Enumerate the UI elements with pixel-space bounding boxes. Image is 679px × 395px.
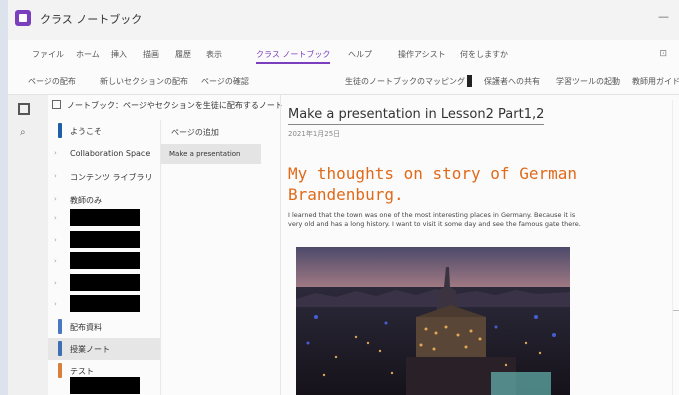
section-collaboration-space[interactable]: › Collaboration Space xyxy=(48,143,160,165)
tab-file[interactable]: ファイル xyxy=(32,49,64,60)
tab-history[interactable]: 履歴 xyxy=(175,49,191,60)
tab-draw[interactable]: 描画 xyxy=(143,49,159,60)
immersive-reader-button[interactable]: 学習ツールの起動 xyxy=(556,76,620,87)
distribute-section-button[interactable]: 新しいセクションの配布 xyxy=(100,76,188,87)
redaction-box xyxy=(70,252,140,269)
onenote-app-icon xyxy=(15,10,31,26)
navigation-rail: ⌕ xyxy=(8,95,48,395)
parent-share-button[interactable]: 保護者への共有 xyxy=(484,76,540,87)
distribute-page-button[interactable]: ページの配布 xyxy=(28,76,76,87)
section-redacted[interactable]: › xyxy=(48,230,160,252)
section-redacted[interactable]: › xyxy=(48,208,160,230)
search-icon[interactable]: ⌕ xyxy=(20,127,26,138)
tab-assist[interactable]: 操作アシスト xyxy=(398,49,446,60)
tell-me-search[interactable]: 何をしますか xyxy=(460,49,508,60)
notebook-icon xyxy=(52,100,61,109)
page-date: 2021年1月25日 xyxy=(288,130,341,138)
tab-home[interactable]: ホーム xyxy=(76,49,100,60)
scroll-marker[interactable] xyxy=(673,310,679,311)
chevron-right-icon: › xyxy=(54,149,57,157)
chevron-right-icon: › xyxy=(54,236,57,244)
onenote-window: クラス ノートブック — ファイル ホーム 挿入 描画 履歴 表示 クラス ノー… xyxy=(8,0,679,395)
section-label: Collaboration Space xyxy=(70,149,151,158)
section-redacted[interactable]: › xyxy=(48,273,160,295)
section-redacted[interactable]: › xyxy=(48,251,160,273)
redaction-box xyxy=(70,274,140,291)
pages-pane: ページの追加 Make a presentation xyxy=(160,120,261,395)
section-class-notes[interactable]: 授業ノート xyxy=(48,338,160,360)
redaction-box xyxy=(70,209,140,226)
redaction-box xyxy=(70,231,140,248)
section-color-tab xyxy=(58,319,62,334)
section-redacted[interactable]: › xyxy=(48,294,160,316)
page-title[interactable]: Make a presentation in Lesson2 Part1,2 xyxy=(288,107,545,125)
section-label: 配布資料 xyxy=(70,323,102,332)
city-night-photo[interactable] xyxy=(296,247,570,395)
chevron-right-icon: › xyxy=(54,172,57,180)
tab-help[interactable]: ヘルプ xyxy=(348,49,372,60)
section-color-tab xyxy=(58,123,62,138)
note-body-text[interactable]: I learned that the town was one of the m… xyxy=(288,211,588,228)
page-canvas[interactable]: Make a presentation in Lesson2 Part1,2 2… xyxy=(288,100,679,395)
notebook-name: ノートブック：ページやセクションを生徒に配布するノートブック xyxy=(67,101,284,110)
chevron-right-icon: › xyxy=(54,279,57,287)
teacher-guide-button[interactable]: 教師用ガイド xyxy=(632,76,679,87)
ribbon-divider xyxy=(8,94,679,95)
section-welcome[interactable]: ようこそ xyxy=(48,120,160,142)
note-heading[interactable]: My thoughts on story of German Brandenbu… xyxy=(288,163,578,205)
page-edge-line xyxy=(672,100,673,395)
page-list-item[interactable]: Make a presentation xyxy=(161,144,261,164)
page-list-item-label: Make a presentation xyxy=(169,150,241,158)
section-handouts[interactable]: 配布資料 xyxy=(48,316,160,338)
section-label: 教師のみ xyxy=(70,196,102,205)
sections-pane: ようこそ › Collaboration Space › コンテンツ ライブラリ… xyxy=(48,120,160,395)
chevron-right-icon: › xyxy=(54,195,57,203)
divider-block xyxy=(467,75,472,87)
window-title: クラス ノートブック xyxy=(40,13,143,26)
chevron-right-icon: › xyxy=(54,214,57,222)
section-label: 授業ノート xyxy=(70,345,110,354)
notebooks-icon[interactable] xyxy=(18,103,30,115)
add-page-button[interactable]: ページの追加 xyxy=(171,127,219,138)
tab-insert[interactable]: 挿入 xyxy=(111,49,127,60)
section-label: コンテンツ ライブラリ xyxy=(70,173,153,182)
section-label: ようこそ xyxy=(70,127,102,136)
section-content-library[interactable]: › コンテンツ ライブラリ xyxy=(48,166,160,188)
map-notebooks-button[interactable]: 生徒のノートブックのマッピング xyxy=(345,76,465,87)
minimize-button[interactable]: — xyxy=(658,10,669,23)
section-color-tab xyxy=(58,341,62,356)
tab-class-notebook[interactable]: クラス ノートブック xyxy=(256,49,331,64)
redaction-box xyxy=(70,377,140,394)
chevron-right-icon: › xyxy=(54,300,57,308)
ribbon-tabs: ファイル ホーム 挿入 描画 履歴 表示 クラス ノートブック ヘルプ 操作アシ… xyxy=(8,46,679,64)
class-notebook-toolbar: ページの配布 新しいセクションの配布 ページの確認 生徒のノートブックのマッピン… xyxy=(8,70,679,92)
notebook-header[interactable]: ノートブック：ページやセクションを生徒に配布するノートブック xyxy=(52,100,284,114)
review-page-button[interactable]: ページの確認 xyxy=(201,76,249,87)
ribbon-display-options-icon[interactable]: ⊡ xyxy=(659,49,667,59)
chevron-right-icon: › xyxy=(54,257,57,265)
title-bar: クラス ノートブック — xyxy=(8,0,679,40)
redaction-box xyxy=(70,295,140,312)
pane-divider xyxy=(280,95,281,395)
section-redacted[interactable] xyxy=(48,376,160,395)
tab-view[interactable]: 表示 xyxy=(206,49,222,60)
